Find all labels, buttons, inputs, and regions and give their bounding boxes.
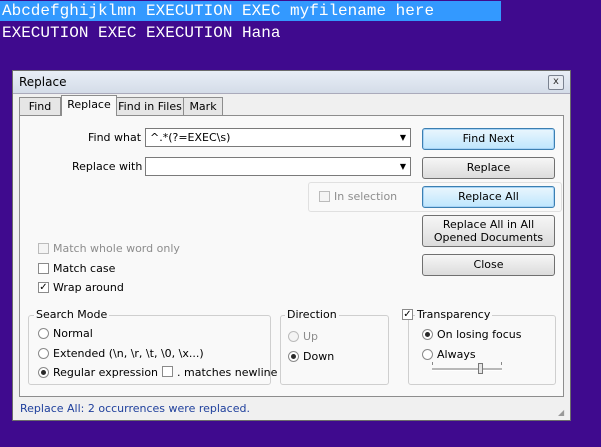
- status-bar-text: Replace All: 2 occurrences were replaced…: [20, 402, 250, 415]
- dialog-title: Replace: [19, 75, 67, 89]
- wrap-around-checkbox[interactable]: ✓: [38, 282, 49, 293]
- on-losing-focus-label: On losing focus: [437, 328, 522, 341]
- search-mode-regex-label: Regular expression: [53, 366, 159, 379]
- slider-tick: [501, 362, 502, 365]
- direction-down-label: Down: [303, 350, 335, 363]
- tab-replace[interactable]: Replace: [61, 95, 117, 116]
- editor-line-2[interactable]: EXECUTION EXEC EXECUTION Hana: [0, 23, 280, 43]
- replace-all-button[interactable]: Replace All: [422, 186, 555, 208]
- search-mode-extended-radio[interactable]: [38, 348, 49, 359]
- on-losing-focus-radio[interactable]: [422, 329, 433, 340]
- matches-newline-checkbox[interactable]: [162, 366, 173, 377]
- direction-up-radio[interactable]: [288, 331, 299, 342]
- always-radio[interactable]: [422, 349, 433, 360]
- transparency-slider[interactable]: [432, 361, 502, 375]
- replace-tab-panel: Find what : ^.*(?=EXEC\s) ▼ Replace with…: [19, 115, 564, 397]
- editor-line-1[interactable]: Abcdefghijklmn EXECUTION EXEC myfilename…: [0, 1, 501, 21]
- slider-track: [432, 368, 502, 371]
- in-selection-label: In selection: [334, 190, 398, 203]
- tab-mark[interactable]: Mark: [183, 97, 223, 116]
- tab-find[interactable]: Find: [19, 97, 61, 116]
- resize-grip-icon[interactable]: ◢: [558, 408, 568, 418]
- find-what-combo[interactable]: ^.*(?=EXEC\s) ▼: [145, 128, 411, 147]
- chevron-down-icon[interactable]: ▼: [400, 162, 406, 171]
- match-whole-word-label: Match whole word only: [53, 242, 180, 255]
- find-what-label: Find what :: [88, 131, 149, 144]
- search-mode-regex-radio[interactable]: [38, 367, 49, 378]
- search-mode-normal-label: Normal: [53, 327, 93, 340]
- always-label: Always: [437, 348, 476, 361]
- wrap-around-label: Wrap around: [53, 281, 124, 294]
- direction-up-label: Up: [303, 330, 319, 343]
- slider-thumb[interactable]: [478, 363, 483, 374]
- slider-tick: [432, 362, 433, 365]
- search-mode-extended-label: Extended (\n, \r, \t, \0, \x...): [53, 347, 204, 360]
- replace-dialog: Replace x Find Replace Find in Files Mar…: [12, 70, 571, 421]
- find-next-button[interactable]: Find Next: [422, 128, 555, 150]
- close-button[interactable]: Close: [422, 254, 555, 276]
- tab-find-in-files[interactable]: Find in Files: [116, 97, 184, 116]
- transparency-title: Transparency: [415, 308, 493, 321]
- close-icon[interactable]: x: [548, 75, 564, 90]
- direction-down-radio[interactable]: [288, 351, 299, 362]
- chevron-down-icon[interactable]: ▼: [400, 133, 406, 142]
- transparency-checkbox[interactable]: ✓: [402, 309, 413, 320]
- direction-group: [280, 315, 389, 385]
- in-selection-checkbox[interactable]: [319, 191, 330, 202]
- replace-with-label: Replace with :: [72, 160, 150, 173]
- match-case-checkbox[interactable]: [38, 263, 49, 274]
- replace-all-opened-button[interactable]: Replace All in All Opened Documents: [422, 215, 555, 247]
- search-mode-normal-radio[interactable]: [38, 328, 49, 339]
- match-whole-word-checkbox[interactable]: [38, 243, 49, 254]
- replace-with-combo[interactable]: ▼: [145, 157, 411, 176]
- dialog-titlebar[interactable]: Replace x: [13, 71, 570, 94]
- search-mode-title: Search Mode: [34, 308, 110, 321]
- replace-button[interactable]: Replace: [422, 157, 555, 179]
- matches-newline-label: . matches newline: [177, 366, 278, 379]
- direction-title: Direction: [285, 308, 339, 321]
- match-case-label: Match case: [53, 262, 116, 275]
- find-what-input[interactable]: ^.*(?=EXEC\s): [150, 131, 230, 144]
